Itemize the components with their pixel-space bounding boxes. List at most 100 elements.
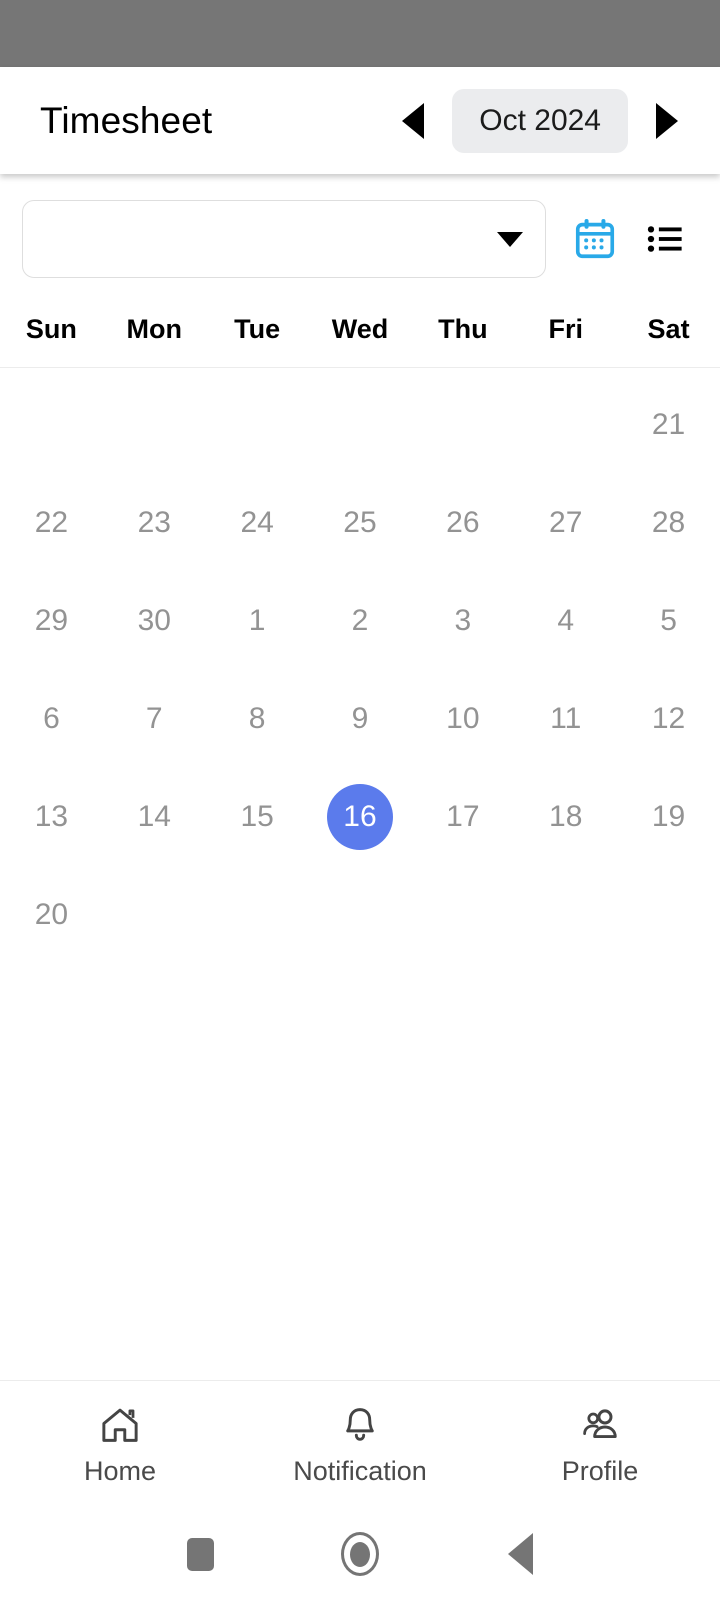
calendar-cell[interactable]: 17: [411, 768, 514, 866]
app-bar: Timesheet Oct 2024: [0, 67, 720, 174]
calendar-cell[interactable]: 21: [617, 376, 720, 474]
next-month-button[interactable]: [640, 94, 694, 148]
calendar-cell[interactable]: 13: [0, 768, 103, 866]
calendar-day[interactable]: 18: [533, 784, 599, 850]
calendar-day[interactable]: 10: [430, 686, 496, 752]
calendar-cell[interactable]: 25: [309, 474, 412, 572]
calendar-day[interactable]: 24: [224, 490, 290, 556]
calendar-day[interactable]: 25: [327, 490, 393, 556]
calendar-day-empty: [224, 392, 290, 458]
calendar-cell[interactable]: 6: [0, 670, 103, 768]
calendar-day[interactable]: 1: [224, 588, 290, 654]
calendar-day[interactable]: 17: [430, 784, 496, 850]
previous-month-button[interactable]: [386, 94, 440, 148]
calendar-day-empty: [533, 882, 599, 948]
calendar-cell[interactable]: 2: [309, 572, 412, 670]
weekday-fri: Fri: [548, 314, 583, 344]
calendar-day[interactable]: 12: [636, 686, 702, 752]
calendar-day-empty: [121, 882, 187, 948]
calendar-day[interactable]: 14: [121, 784, 187, 850]
nav-label-home: Home: [83, 1455, 157, 1486]
calendar-cell[interactable]: 16: [309, 768, 412, 866]
calendar-day-empty: [327, 392, 393, 458]
calendar-day-empty: [121, 392, 187, 458]
weekday-wed: Wed: [331, 314, 389, 344]
calendar-day[interactable]: 7: [121, 686, 187, 752]
calendar-cell: [206, 376, 309, 474]
list-view-icon: [647, 226, 682, 252]
list-view-button[interactable]: [634, 208, 696, 270]
nav-item-home[interactable]: Home: [0, 1403, 240, 1487]
calendar-cell[interactable]: 1: [206, 572, 309, 670]
calendar-cell[interactable]: 14: [103, 768, 206, 866]
calendar-cell[interactable]: 3: [411, 572, 514, 670]
calendar-day[interactable]: 2: [327, 588, 393, 654]
calendar-day[interactable]: 5: [636, 588, 702, 654]
calendar-day[interactable]: 21: [636, 392, 702, 458]
calendar-day[interactable]: 28: [636, 490, 702, 556]
calendar-cell[interactable]: 9: [309, 670, 412, 768]
month-label[interactable]: Oct 2024: [452, 88, 628, 153]
square-icon: [186, 1537, 214, 1571]
system-navigation-bar: [0, 1508, 720, 1600]
calendar-day[interactable]: 30: [121, 588, 187, 654]
project-dropdown[interactable]: [22, 200, 546, 278]
calendar-day[interactable]: 20: [18, 882, 84, 948]
system-home-button[interactable]: [325, 1519, 395, 1589]
calendar-day[interactable]: 6: [18, 686, 84, 752]
nav-item-notification[interactable]: Notification: [240, 1403, 480, 1487]
calendar-day[interactable]: 22: [18, 490, 84, 556]
calendar-cell[interactable]: 29: [0, 572, 103, 670]
calendar-day[interactable]: 13: [18, 784, 84, 850]
calendar-cell[interactable]: 19: [617, 768, 720, 866]
home-icon: [102, 1408, 138, 1442]
calendar-cell[interactable]: 22: [0, 474, 103, 572]
weekday-thu: Thu: [438, 314, 488, 344]
calendar-day[interactable]: 4: [533, 588, 599, 654]
calendar-day[interactable]: 9: [327, 686, 393, 752]
calendar-view-button[interactable]: [564, 208, 626, 270]
system-recents-button[interactable]: [165, 1519, 235, 1589]
calendar-day[interactable]: 15: [224, 784, 290, 850]
calendar-grid: 21 22 23 24 25 26 27 28 29 30 1 2 3 4 5 6 7 8 9 10 11 12 13 14 1…: [0, 368, 720, 964]
calendar-day[interactable]: 27: [533, 490, 599, 556]
calendar-day-selected[interactable]: 16: [326, 784, 393, 850]
calendar-week-row: 21: [0, 376, 720, 474]
calendar-cell[interactable]: 8: [206, 670, 309, 768]
calendar-cell[interactable]: 24: [206, 474, 309, 572]
calendar-cell[interactable]: 26: [411, 474, 514, 572]
calendar-cell[interactable]: 30: [103, 572, 206, 670]
calendar-day[interactable]: 8: [224, 686, 290, 752]
weekday-mon: Mon: [126, 314, 183, 344]
calendar-cell[interactable]: 28: [617, 474, 720, 572]
calendar-cell[interactable]: 15: [206, 768, 309, 866]
calendar-cell: [206, 866, 309, 964]
phone-screen: Timesheet Oct 2024 Sun Mon Tue Wed Thu F…: [0, 0, 720, 1600]
calendar-cell: [514, 866, 617, 964]
system-back-button[interactable]: [485, 1519, 555, 1589]
nav-item-profile[interactable]: Profile: [480, 1403, 720, 1487]
calendar-day[interactable]: 26: [430, 490, 496, 556]
calendar-day-empty: [224, 882, 290, 948]
calendar-cell[interactable]: 23: [103, 474, 206, 572]
calendar-day[interactable]: 19: [636, 784, 702, 850]
calendar-cell[interactable]: 20: [0, 866, 103, 964]
calendar-day[interactable]: 23: [121, 490, 187, 556]
calendar-cell: [103, 866, 206, 964]
calendar-day[interactable]: 29: [18, 588, 84, 654]
calendar-day[interactable]: 3: [430, 588, 496, 654]
triangle-left-icon: [507, 1533, 533, 1575]
calendar-cell[interactable]: 11: [514, 670, 617, 768]
calendar-cell[interactable]: 5: [617, 572, 720, 670]
calendar-cell[interactable]: 18: [514, 768, 617, 866]
nav-label-profile: Profile: [561, 1455, 639, 1486]
calendar-cell[interactable]: 4: [514, 572, 617, 670]
calendar-cell[interactable]: 10: [411, 670, 514, 768]
calendar-cell[interactable]: 12: [617, 670, 720, 768]
nav-label-notification: Notification: [293, 1455, 427, 1486]
weekday-header: Sun Mon Tue Wed Thu Fri Sat: [0, 300, 720, 368]
calendar-day[interactable]: 11: [533, 686, 599, 752]
calendar-cell[interactable]: 27: [514, 474, 617, 572]
calendar-cell[interactable]: 7: [103, 670, 206, 768]
